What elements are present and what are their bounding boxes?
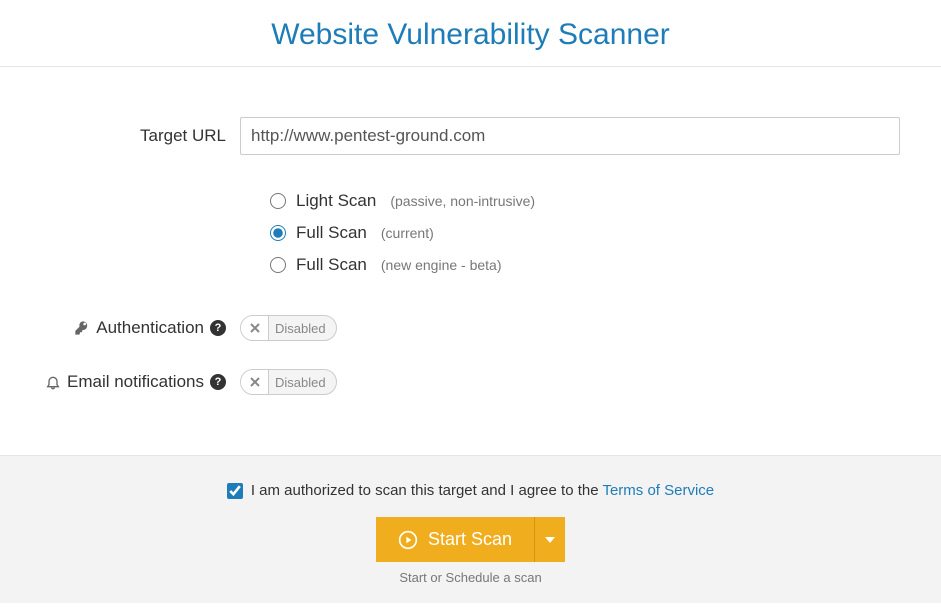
key-icon — [74, 320, 90, 336]
authentication-status: Disabled — [269, 321, 326, 336]
email-notifications-toggle[interactable]: Disabled — [240, 369, 337, 395]
close-icon — [241, 316, 269, 340]
consent-text: I am authorized to scan this target and … — [251, 482, 714, 499]
page-header: Website Vulnerability Scanner — [0, 0, 941, 67]
scan-type-radio-light[interactable] — [270, 193, 286, 209]
authentication-label: Authentication — [96, 318, 204, 338]
scan-type-label: Full Scan — [296, 255, 367, 275]
authentication-label-col: Authentication ? — [40, 318, 240, 338]
start-scan-dropdown[interactable] — [534, 517, 565, 562]
start-hint: Start or Schedule a scan — [0, 570, 941, 585]
scan-type-radio-full-beta[interactable] — [270, 257, 286, 273]
scan-type-light[interactable]: Light Scan (passive, non-intrusive) — [270, 191, 901, 211]
scan-type-full-current[interactable]: Full Scan (current) — [270, 223, 901, 243]
play-circle-icon — [398, 530, 418, 550]
target-url-row: Target URL — [40, 117, 901, 155]
terms-of-service-link[interactable]: Terms of Service — [602, 482, 714, 499]
scan-type-label: Full Scan — [296, 223, 367, 243]
authentication-toggle[interactable]: Disabled — [240, 315, 337, 341]
start-scan-button[interactable]: Start Scan — [376, 517, 534, 562]
action-footer: I am authorized to scan this target and … — [0, 455, 941, 603]
email-notifications-row: Email notifications ? Disabled — [40, 369, 901, 395]
scan-type-options: Light Scan (passive, non-intrusive) Full… — [40, 191, 901, 275]
target-url-input[interactable] — [240, 117, 900, 155]
email-notifications-label: Email notifications — [67, 372, 204, 392]
email-notifications-label-col: Email notifications ? — [40, 372, 240, 392]
scan-type-radio-full-current[interactable] — [270, 225, 286, 241]
scan-type-full-beta[interactable]: Full Scan (new engine - beta) — [270, 255, 901, 275]
authentication-row: Authentication ? Disabled — [40, 315, 901, 341]
consent-text-before: I am authorized to scan this target and … — [251, 482, 603, 499]
email-notifications-status: Disabled — [269, 375, 326, 390]
start-button-group: Start Scan — [0, 517, 941, 562]
form-content: Target URL Light Scan (passive, non-intr… — [0, 67, 941, 395]
help-icon[interactable]: ? — [210, 374, 226, 390]
target-url-label: Target URL — [140, 126, 226, 146]
close-icon — [241, 370, 269, 394]
caret-down-icon — [545, 537, 555, 543]
help-icon[interactable]: ? — [210, 320, 226, 336]
scan-type-note: (new engine - beta) — [381, 257, 502, 273]
bell-icon — [45, 374, 61, 390]
scan-type-note: (passive, non-intrusive) — [390, 193, 535, 209]
scan-type-label: Light Scan — [296, 191, 376, 211]
target-url-label-col: Target URL — [40, 126, 240, 146]
consent-checkbox[interactable] — [227, 483, 243, 499]
page-title: Website Vulnerability Scanner — [0, 18, 941, 52]
consent-line[interactable]: I am authorized to scan this target and … — [227, 482, 714, 499]
scan-type-note: (current) — [381, 225, 434, 241]
start-scan-label: Start Scan — [428, 529, 512, 550]
